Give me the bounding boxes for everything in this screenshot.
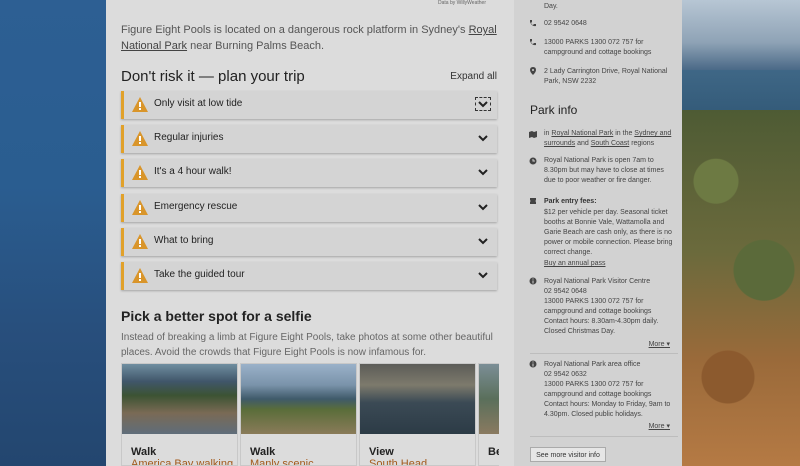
accordion-label: Only visit at low tide	[154, 98, 243, 109]
chevron-down-icon[interactable]	[477, 270, 489, 280]
warning-icon	[132, 234, 148, 249]
chevron-down-icon[interactable]	[475, 97, 491, 111]
card-name: Manly scenic	[250, 458, 314, 466]
accordion-emergency-rescue[interactable]: Emergency rescue	[121, 194, 497, 222]
selfie-cards-carousel: Walk America Bay walking Walk Manly scen…	[121, 363, 499, 466]
chevron-down-icon[interactable]	[477, 236, 489, 246]
royal-national-park-link[interactable]: Royal National Park	[551, 130, 613, 137]
card-america-bay[interactable]: Walk America Bay walking	[121, 363, 238, 466]
card-partial[interactable]: Be	[478, 363, 499, 466]
accordion-label: Regular injuries	[154, 132, 224, 143]
visitor-centre-info: Royal National Park Visitor Centre 02 95…	[544, 278, 659, 335]
more-link-area-office[interactable]: More ▾	[649, 422, 670, 432]
card-photo	[479, 364, 499, 434]
accordion-label: It's a 4 hour walk!	[154, 166, 232, 177]
ticket-icon	[530, 198, 536, 204]
accordion-4-hour-walk[interactable]: It's a 4 hour walk!	[121, 159, 497, 187]
warning-icon	[132, 268, 148, 283]
trip-header: Don't risk it — plan your trip Expand al…	[121, 68, 497, 88]
card-kind: Walk	[250, 446, 276, 458]
card-photo	[360, 364, 475, 434]
ocean-left	[0, 0, 106, 466]
card-manly-scenic[interactable]: Walk Manly scenic	[240, 363, 357, 466]
divider	[530, 353, 678, 354]
park-region-text: in Royal National Park in the Sydney and…	[544, 130, 672, 147]
warning-icon	[132, 131, 148, 146]
info-icon	[529, 277, 537, 285]
phone-icon	[530, 20, 536, 27]
expand-all-button[interactable]: Expand all	[450, 71, 497, 82]
warning-icon	[132, 200, 148, 215]
map-icon	[529, 131, 537, 138]
south-coast-link[interactable]: South Coast	[591, 140, 630, 147]
card-photo	[241, 364, 356, 434]
card-name: South Head	[369, 458, 428, 466]
accordion-guided-tour[interactable]: Take the guided tour	[121, 262, 497, 290]
accordion-regular-injuries[interactable]: Regular injuries	[121, 125, 497, 153]
side-panel: Day. 02 9542 0648 13000 PARKS 1300 072 7…	[514, 0, 682, 466]
warning-icon	[132, 97, 148, 112]
info-icon	[529, 360, 537, 368]
side-phone-1: 02 9542 0648	[544, 20, 587, 27]
chevron-down-icon[interactable]	[477, 202, 489, 212]
see-more-visitor-info-button[interactable]: See more visitor info	[530, 447, 606, 462]
cliff-right	[680, 110, 800, 466]
chevron-down-icon[interactable]	[477, 167, 489, 177]
card-kind: Walk	[131, 446, 157, 458]
warning-icon	[132, 165, 148, 180]
divider	[530, 436, 678, 437]
accordion-label: What to bring	[154, 235, 214, 246]
chevron-down-icon[interactable]	[477, 133, 489, 143]
clock-icon	[529, 157, 537, 165]
side-address: 2 Lady Carrington Drive, Royal National …	[544, 68, 668, 85]
card-name: America Bay walking	[131, 458, 234, 466]
selfie-section-title: Pick a better spot for a selfie	[121, 308, 312, 324]
sky-right	[680, 0, 800, 70]
accordion-low-tide[interactable]: Only visit at low tide	[121, 91, 497, 119]
map-pin-icon	[530, 67, 536, 75]
park-info-title: Park info	[530, 103, 578, 117]
card-kind: Be	[488, 446, 499, 458]
annual-pass-link[interactable]: Buy an annual pass	[544, 259, 674, 269]
more-link-visitor-centre[interactable]: More ▾	[649, 340, 670, 350]
park-fees-text: $12 per vehicle per day. Seasonal ticket…	[544, 209, 673, 256]
trip-title: Don't risk it — plan your trip	[121, 68, 305, 85]
accordion-label: Emergency rescue	[154, 201, 238, 212]
side-day-text: Day.	[544, 3, 558, 10]
card-kind: View	[369, 446, 394, 458]
park-fees-title: Park entry fees:	[544, 198, 597, 205]
intro-paragraph: Figure Eight Pools is located on a dange…	[121, 24, 497, 52]
park-hours: Royal National Park is open 7am to 8.30p…	[544, 157, 664, 184]
phone-icon	[530, 39, 536, 46]
card-south-head[interactable]: View South Head	[359, 363, 476, 466]
accordion-label: Take the guided tour	[154, 269, 245, 280]
selfie-description: Instead of breaking a limb at Figure Eig…	[121, 332, 493, 358]
side-phone-2: 13000 PARKS 1300 072 757 for campground …	[544, 39, 652, 56]
area-office-info: Royal National Park area office 02 9542 …	[544, 361, 671, 418]
card-photo	[122, 364, 237, 434]
accordion-what-to-bring[interactable]: What to bring	[121, 228, 497, 256]
weather-credit: Data by WillyWeather	[438, 0, 486, 6]
